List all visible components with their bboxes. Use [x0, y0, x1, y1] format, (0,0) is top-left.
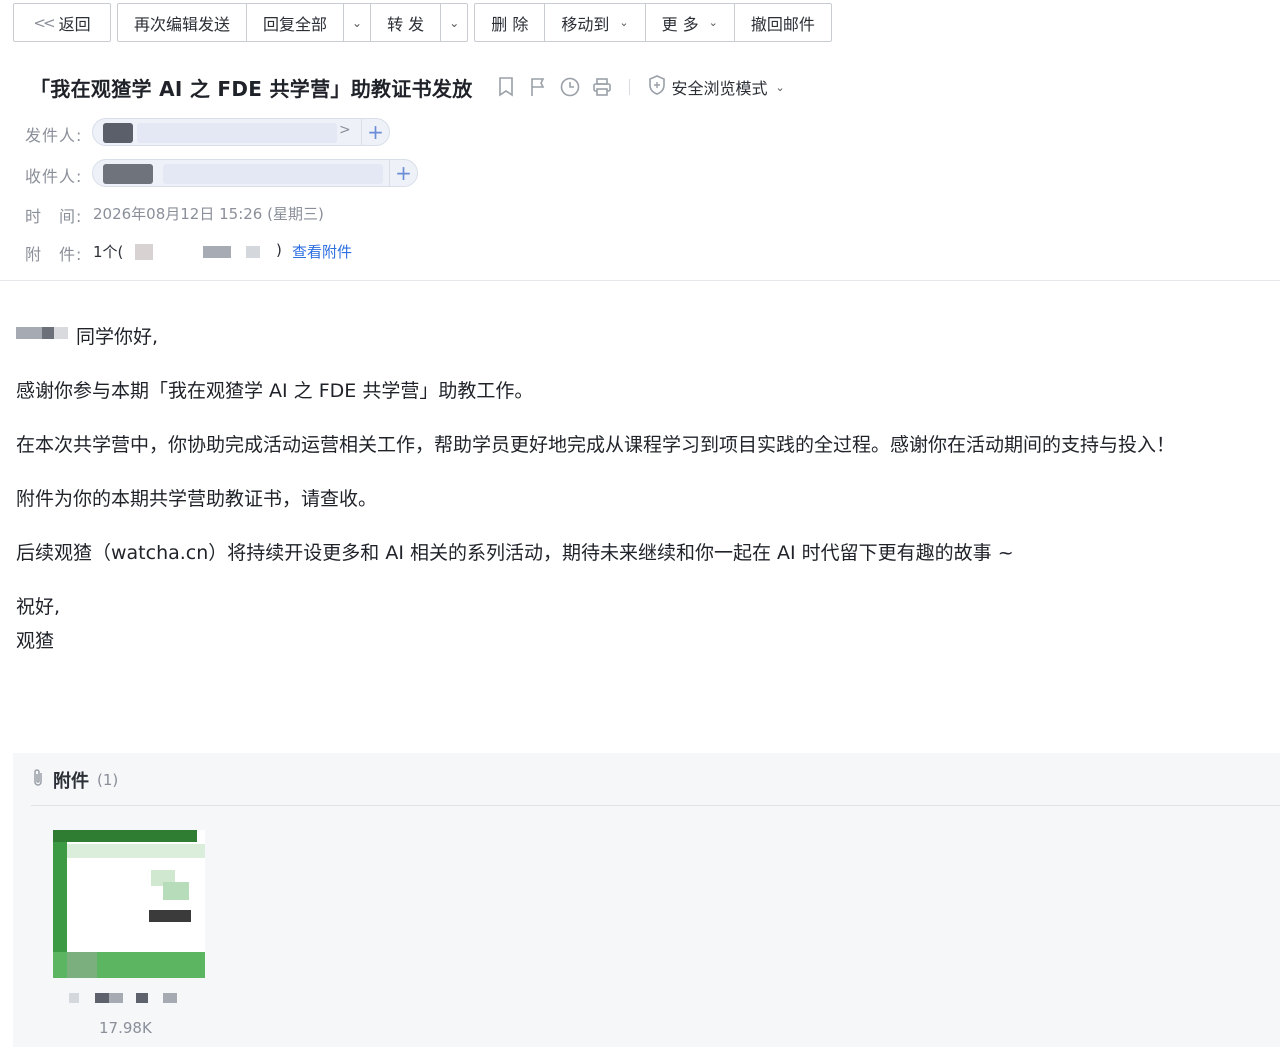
redacted-recipient: [103, 164, 153, 184]
time-value: 2026年08月12日 15:26 (星期三): [93, 205, 324, 223]
body-paragraph-2: 在本次共学营中，你协助完成活动运营相关工作，帮助学员更好地完成从课程学习到项目实…: [16, 434, 1176, 456]
redacted-filename: [109, 993, 123, 1003]
greeting: 同学你好,: [76, 326, 159, 348]
attachment-thumbnail[interactable]: [53, 830, 205, 978]
back-label: 返回: [58, 14, 91, 34]
view-attachments-link[interactable]: 查看附件: [292, 241, 352, 262]
redacted-sender-address: [137, 123, 337, 143]
redacted-name: [16, 327, 42, 339]
flag-icon[interactable]: [527, 76, 549, 98]
more-label: 更 多: [661, 14, 699, 34]
redacted-name: [54, 327, 68, 339]
sender-chip[interactable]: > +: [92, 118, 390, 146]
recipient-chip[interactable]: +: [92, 159, 418, 187]
forward-button[interactable]: 转 发: [371, 4, 442, 41]
more-button[interactable]: 更 多 ⌄: [646, 4, 735, 41]
divider: [628, 79, 630, 95]
recall-button[interactable]: 撤回邮件: [735, 4, 831, 41]
chevron-down-icon: ⌄: [449, 15, 460, 30]
reply-dropdown-button[interactable]: ⌄: [344, 4, 372, 41]
reply-all-button[interactable]: 回复全部: [247, 4, 345, 41]
closing: 祝好,: [16, 596, 61, 618]
attachment-size: 17.98K: [99, 1019, 152, 1037]
chevron-down-icon: ⌄: [775, 80, 785, 94]
move-to-button[interactable]: 移动到 ⌄: [545, 4, 646, 41]
body-paragraph-3: 附件为你的本期共学营助教证书，请查收。: [16, 488, 378, 510]
reedit-button[interactable]: 再次编辑发送: [118, 4, 248, 41]
subject-actions: 安全浏览模式 ⌄: [495, 75, 785, 99]
attachments-count: (1): [97, 771, 119, 789]
chevron-down-icon: ⌄: [352, 15, 363, 30]
time-label: 时 间:: [25, 207, 83, 226]
attachments-divider: [31, 805, 1280, 806]
manage-group: 删 除 移动到 ⌄ 更 多 ⌄ 撤回邮件: [474, 3, 832, 42]
attachments-header: 附件 (1): [31, 767, 118, 793]
redacted-name: [42, 327, 54, 339]
redacted-recipient-address: [163, 164, 383, 184]
delete-button[interactable]: 删 除: [475, 4, 546, 41]
redacted-attachment-name: [246, 246, 260, 258]
add-contact-icon[interactable]: +: [361, 119, 389, 145]
toolbar: << 返回 再次编辑发送 回复全部 ⌄ 转 发 ⌄ 删 除 移动到 ⌄ 更 多 …: [13, 3, 832, 43]
signature: 观猹: [16, 630, 55, 652]
safe-mode-toggle[interactable]: 安全浏览模式 ⌄: [648, 75, 785, 99]
attachments-title: 附件: [53, 771, 89, 792]
attach-count-suffix: ): [276, 241, 282, 259]
redacted-sender: [103, 123, 133, 143]
back-group: << 返回: [13, 3, 111, 42]
clock-icon[interactable]: [559, 76, 581, 98]
compose-group: 再次编辑发送 回复全部 ⌄ 转 发 ⌄: [117, 3, 469, 42]
redacted-filename: [136, 993, 148, 1003]
body-paragraph-4: 后续观猹（watcha.cn）将持续开设更多和 AI 相关的系列活动，期待未来继…: [16, 542, 1014, 564]
redacted-attachment-name: [203, 246, 231, 258]
shield-icon: [648, 75, 666, 99]
to-label: 收件人:: [25, 167, 83, 186]
paperclip-icon: [31, 768, 45, 792]
from-label: 发件人:: [25, 126, 83, 145]
attachments-panel: 附件 (1) 17.98K: [13, 753, 1280, 1047]
redacted-attachment-name: [135, 244, 153, 260]
back-button[interactable]: << 返回: [14, 4, 110, 41]
double-chevron-left-icon: <<: [33, 13, 55, 32]
bookmark-icon[interactable]: [495, 76, 517, 98]
mail-subject: 「我在观猹学 AI 之 FDE 共学营」助教证书发放: [30, 76, 473, 101]
chevron-right-icon: >: [339, 122, 351, 138]
chevron-down-icon: ⌄: [708, 16, 718, 29]
add-contact-icon[interactable]: +: [389, 160, 417, 186]
print-icon[interactable]: [591, 76, 613, 98]
redacted-filename: [95, 993, 109, 1003]
forward-dropdown-button[interactable]: ⌄: [441, 4, 467, 41]
attach-count-prefix: 1个(: [93, 243, 124, 261]
safe-mode-label: 安全浏览模式: [671, 79, 768, 98]
attach-label: 附 件:: [25, 245, 83, 264]
move-to-label: 移动到: [561, 14, 610, 34]
subject-row: 「我在观猹学 AI 之 FDE 共学营」助教证书发放 安全浏览模式 ⌄: [30, 72, 785, 102]
redacted-filename: [163, 993, 177, 1003]
body-paragraph-1: 感谢你参与本期「我在观猹学 AI 之 FDE 共学营」助教工作。: [16, 380, 534, 402]
chevron-down-icon: ⌄: [619, 16, 629, 29]
header-divider: [0, 280, 1280, 281]
redacted-filename: [69, 993, 79, 1003]
